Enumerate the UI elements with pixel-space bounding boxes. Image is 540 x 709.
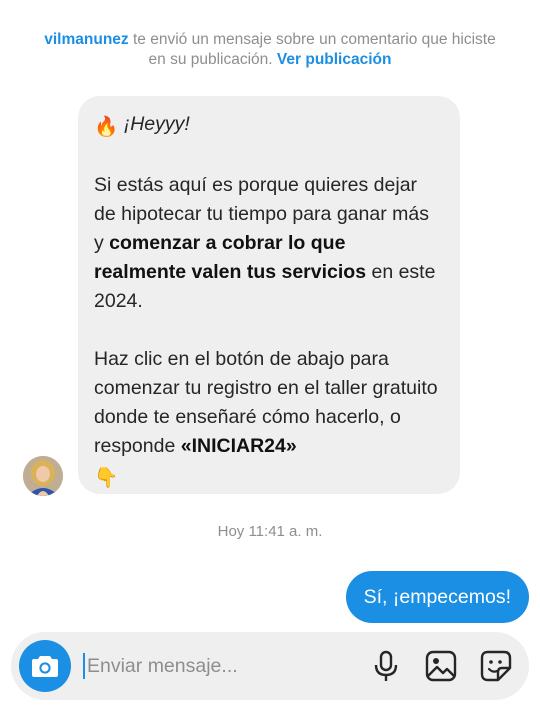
message-paragraph-1: Si estás aquí es porque quieres dejar de… [94, 171, 442, 316]
p1-bold-text: comenzar a cobrar lo que realmente valen… [94, 232, 367, 283]
sticker-icon [480, 650, 512, 682]
message-composer [11, 632, 529, 700]
sticker-button[interactable] [479, 649, 513, 683]
notice-username[interactable]: vilmanunez [44, 31, 128, 48]
gallery-button[interactable] [424, 649, 458, 683]
microphone-icon [374, 650, 398, 681]
fire-emoji: 🔥 [94, 116, 119, 138]
incoming-message-bubble: 🔥 ¡Heyyy! Si estás aquí es porque quiere… [78, 96, 460, 494]
message-paragraph-2: Haz clic en el botón de abajo para comen… [94, 345, 442, 493]
sender-avatar[interactable] [23, 456, 63, 496]
outgoing-message-bubble: Sí, ¡empecemos! [345, 571, 529, 623]
pointing-down-emoji: 👇 [94, 467, 119, 489]
p2-keyword: «INICIAR24» [180, 435, 297, 457]
camera-button[interactable] [19, 640, 71, 692]
avatar-image [23, 456, 63, 496]
camera-icon [32, 656, 58, 677]
greeting-line: 🔥 ¡Heyyy! [94, 110, 442, 142]
message-request-notice: vilmanunez te envió un mensaje sobre un … [40, 30, 500, 70]
outgoing-message-text: Sí, ¡empecemos! [363, 585, 511, 608]
message-timestamp: Hoy 11:41 a. m. [217, 523, 323, 540]
microphone-button[interactable] [369, 649, 403, 683]
view-post-link[interactable]: Ver publicación [277, 51, 392, 68]
message-input[interactable] [87, 654, 347, 678]
greeting-text: ¡Heyyy! [123, 113, 190, 135]
gallery-icon [425, 650, 457, 682]
text-cursor [83, 653, 85, 679]
